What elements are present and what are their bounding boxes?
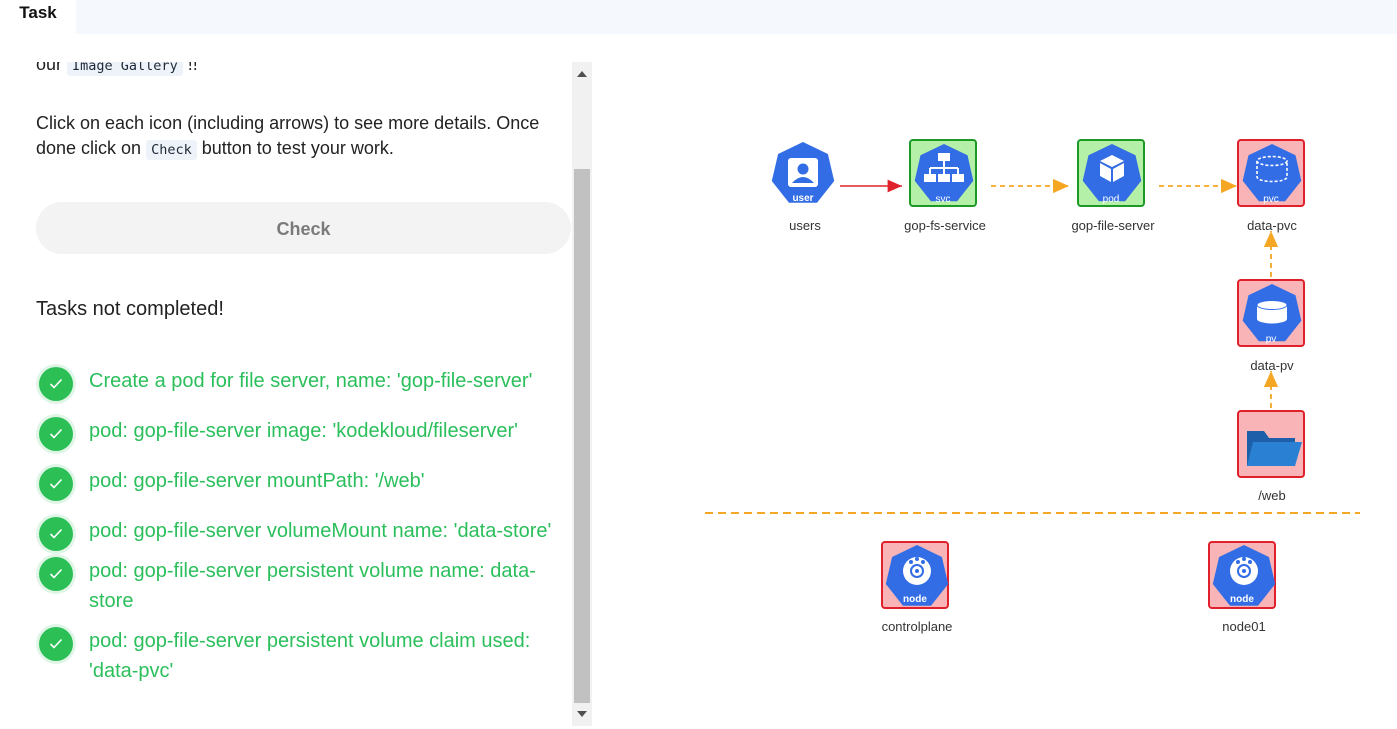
pvc-node[interactable]: pvc	[1237, 139, 1305, 207]
instructions: Click on each icon (including arrows) to…	[36, 111, 566, 163]
pv-label: data-pv	[1250, 358, 1294, 373]
controlplane-label: controlplane	[881, 619, 953, 634]
controlplane-icon-text: node	[903, 594, 927, 605]
controlplane-node[interactable]: node	[881, 541, 949, 609]
pv-node[interactable]: pv	[1237, 279, 1305, 347]
tab-task[interactable]: Task	[0, 0, 76, 34]
check-circle-icon	[39, 627, 73, 661]
task-item: pod: gop-file-server image: 'kodekloud/f…	[36, 416, 576, 451]
top-tab-bar: Task	[0, 0, 1397, 34]
task-text: pod: gop-file-server persistent volume n…	[89, 560, 536, 612]
task-text: pod: gop-file-server volumeMount name: '…	[89, 520, 552, 542]
service-icon-text: svc	[935, 194, 951, 205]
scroll-down-arrow-icon[interactable]	[572, 704, 592, 724]
architecture-diagram: user users svc gop-fs-service pod gop-fi…	[596, 62, 1397, 726]
instructions-end: button to test your work.	[201, 138, 394, 158]
web-dir-node[interactable]	[1237, 410, 1305, 478]
node01-icon-text: node	[1230, 594, 1254, 605]
pod-label: gop-file-server	[1071, 218, 1155, 233]
task-text: pod: gop-file-server mountPath: '/web'	[89, 470, 425, 492]
pod-icon-text: pod	[1102, 194, 1120, 205]
task-item: pod: gop-file-server persistent volume n…	[36, 556, 576, 616]
pod-node[interactable]: pod	[1077, 139, 1145, 207]
task-pane-scrollbar[interactable]	[572, 62, 592, 726]
task-item: pod: gop-file-server mountPath: '/web'	[36, 466, 576, 501]
check-circle-icon	[39, 557, 73, 591]
pvc-icon-text: pvc	[1263, 194, 1279, 205]
task-item: pod: gop-file-server persistent volume c…	[36, 626, 576, 686]
check-circle-icon	[39, 417, 73, 451]
node01-label: node01	[1222, 619, 1266, 634]
task-text: pod: gop-file-server persistent volume c…	[89, 630, 531, 682]
check-circle-icon	[39, 517, 73, 551]
task-item: Create a pod for file server, name: 'gop…	[36, 366, 576, 401]
scroll-up-arrow-icon[interactable]	[572, 62, 592, 86]
task-list: Create a pod for file server, name: 'gop…	[36, 366, 576, 686]
task-pane: our Image Gallery !! Click on each icon …	[0, 62, 594, 726]
image-gallery-chip: Image Gallery	[67, 62, 183, 76]
service-label: gop-fs-service	[904, 218, 986, 233]
task-text: pod: gop-file-server image: 'kodekloud/f…	[89, 420, 518, 442]
task-text: Create a pod for file server, name: 'gop…	[89, 370, 533, 392]
folder-icon	[1247, 431, 1302, 466]
pv-icon-text: pv	[1265, 334, 1277, 345]
check-button[interactable]: Check	[36, 202, 571, 254]
intro-fragment: our Image Gallery !!	[36, 62, 198, 76]
check-circle-icon	[39, 367, 73, 401]
web-label: /web	[1258, 488, 1286, 503]
task-item: pod: gop-file-server volumeMount name: '…	[36, 516, 576, 551]
check-chip: Check	[146, 140, 197, 160]
intro-suffix: !!	[187, 62, 198, 74]
scroll-thumb[interactable]	[574, 169, 590, 703]
status-title: Tasks not completed!	[36, 298, 224, 320]
check-circle-icon	[39, 467, 73, 501]
users-label: users	[789, 218, 821, 233]
users-icon-text: user	[792, 193, 814, 204]
users-node[interactable]: user	[769, 140, 837, 208]
service-node[interactable]: svc	[909, 139, 977, 207]
intro-prefix: our	[36, 62, 63, 74]
pvc-label: data-pvc	[1247, 218, 1297, 233]
node01-node[interactable]: node	[1208, 541, 1276, 609]
